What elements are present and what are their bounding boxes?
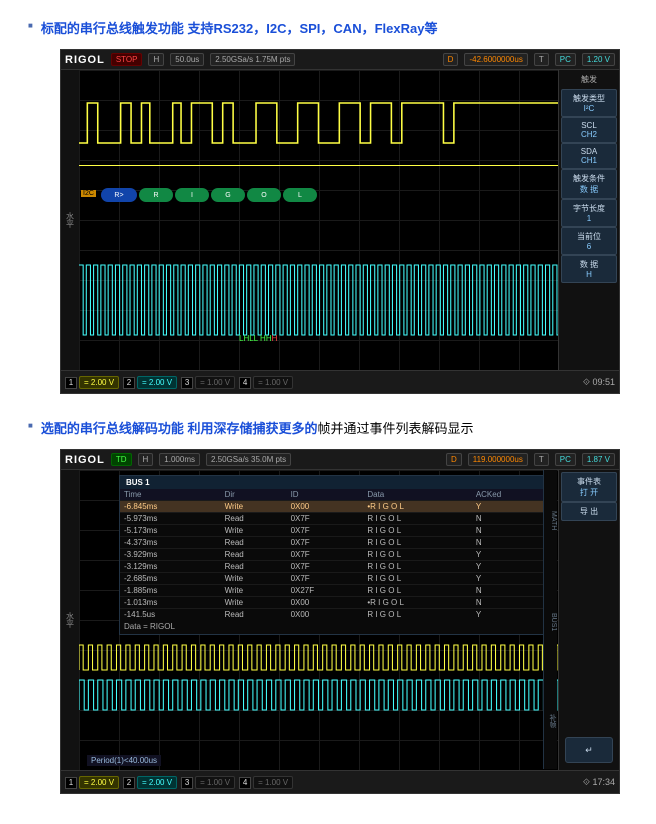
decode-frame-1: R (139, 188, 173, 202)
timebase-value: 50.0us (170, 53, 204, 66)
pc-label: PC (555, 453, 576, 466)
table-row[interactable]: -2.685msWrite0X7FR I G O LY (120, 573, 553, 585)
channel-2-indicator[interactable]: 2= 2.00 V (123, 376, 177, 389)
channel-2-trace (79, 260, 558, 340)
trigger-label: T (534, 453, 549, 466)
scope-header: RIGOL TD H 1.000ms 2.50GSa/s 35.0M pts D… (61, 450, 619, 470)
h-label: H (148, 53, 164, 66)
table-header: Data (363, 489, 471, 501)
scope-footer: 1= 2.00 V 2= 2.00 V 3= 1.00 V 4= 1.00 V ⟐ 0… (61, 370, 619, 394)
feature-bullet-1: ■ 标配的串行总线触发功能 支持RS232，I2C，SPI，CAN，FlexRa… (28, 18, 636, 37)
channel-3-indicator[interactable]: 3= 1.00 V (181, 776, 235, 789)
period-measurement: Period(1)<40.00us (87, 755, 161, 766)
oscilloscope-screenshot-1: RIGOL STOP H 50.0us 2.50GSa/s 1.75M pts … (60, 49, 620, 394)
table-row[interactable]: -3.929msRead0X7FR I G O LY (120, 549, 553, 561)
run-stop-indicator: STOP (111, 53, 143, 66)
pc-label: PC (555, 53, 576, 66)
trigger-label: T (534, 53, 549, 66)
side-tab[interactable]: 补帧 (544, 710, 557, 732)
left-label: 水平 (61, 470, 79, 770)
delay-value: 119.000000us (468, 453, 528, 466)
sample-rate: 2.50GSa/s 35.0M pts (206, 453, 291, 466)
scope-footer: 1= 2.00 V 2= 2.00 V 3= 1.00 V 4= 1.00 V ⟐ 1… (61, 770, 619, 794)
table-row[interactable]: -5.973msRead0X7FR I G O LN (120, 513, 553, 525)
h-label: H (138, 453, 154, 466)
scope-header: RIGOL STOP H 50.0us 2.50GSa/s 1.75M pts … (61, 50, 619, 70)
brand-label: RIGOL (65, 454, 105, 466)
table-row[interactable]: -141.5usRead0X00R I G O LY (120, 609, 553, 621)
menu-button-2[interactable]: SDACH1 (561, 143, 617, 169)
decode-frame-5: L (283, 188, 317, 202)
menu-button-3[interactable]: 触发条件数 据 (561, 169, 617, 199)
menu-button-4[interactable]: 字节长度1 (561, 199, 617, 227)
table-header: Dir (221, 489, 287, 501)
channel-1-indicator[interactable]: 1= 2.00 V (65, 376, 119, 389)
table-row[interactable]: -4.373msRead0X7FR I G O LN (120, 537, 553, 549)
channel-1-indicator[interactable]: 1= 2.00 V (65, 776, 119, 789)
delay-label: D (443, 53, 459, 66)
menu-panel: 事件表打 开导 出 ↵ (559, 470, 619, 770)
decode-frame-0: R> (101, 188, 137, 202)
waveform-display[interactable]: I2C R>RIGOL LHLL HHH (79, 70, 559, 370)
menu-button-1[interactable]: SCLCH2 (561, 117, 617, 143)
side-tab[interactable]: MATH (544, 507, 557, 534)
ch1-ground-ref (79, 165, 558, 166)
feature-bullet-2: ■ 选配的串行总线解码功能 利用深存储捕获更多的帧并通过事件列表解码显示 (28, 418, 636, 437)
channel-4-indicator[interactable]: 4= 1.00 V (239, 776, 293, 789)
bullet-2-text: 选配的串行总线解码功能 利用深存储捕获更多的帧并通过事件列表解码显示 (41, 418, 474, 437)
table-row[interactable]: -6.845msWrite0X00•R I G O LY (120, 501, 553, 513)
delay-value: -42.6000000us (464, 53, 527, 66)
menu-button-6[interactable]: 数 据H (561, 255, 617, 283)
trigger-menu-panel: 触发 触发类型I²CSCLCH2SDACH1触发条件数 据字节长度1当前位6数 … (559, 70, 619, 370)
brand-label: RIGOL (65, 54, 105, 66)
waveform-display[interactable]: BUS 1 TimeDirIDDataACKed -6.845msWrite0X… (79, 470, 559, 770)
pc-value: 1.87 V (582, 453, 615, 466)
bullet-1-text: 标配的串行总线触发功能 支持RS232，I2C，SPI，CAN，FlexRay等 (41, 18, 438, 37)
table-header: ACKed (472, 489, 553, 501)
table-header: ID (287, 489, 364, 501)
timebase-value: 1.000ms (159, 453, 200, 466)
trigger-menu-header: 触发 (561, 72, 617, 87)
run-td-indicator: TD (111, 453, 132, 466)
channel-1-trace (79, 98, 558, 148)
multi-channel-traces (79, 640, 558, 735)
side-tabs: MATH BUS1 补帧 (543, 470, 557, 769)
bus-footer: Data = RIGOL (120, 620, 553, 633)
bit-pattern-label: LHLL HHH (239, 334, 277, 343)
pc-value: 1.20 V (582, 53, 615, 66)
menu-button-0[interactable]: 事件表打 开 (561, 472, 617, 502)
bullet-icon: ■ (28, 421, 33, 430)
bullet-icon: ■ (28, 21, 33, 30)
decode-frame-2: I (175, 188, 209, 202)
event-table-panel: BUS 1 TimeDirIDDataACKed -6.845msWrite0X… (119, 475, 554, 635)
usb-icon: ⟐ 09:51 (583, 377, 615, 388)
table-row[interactable]: -1.013msWrite0X00•R I G O LN (120, 597, 553, 609)
side-tab[interactable]: BUS1 (544, 609, 557, 635)
decode-frames: R>RIGOL (101, 188, 317, 202)
channel-4-indicator[interactable]: 4= 1.00 V (239, 376, 293, 389)
usb-icon: ⟐ 17:34 (583, 777, 615, 788)
channel-2-indicator[interactable]: 2= 2.00 V (123, 776, 177, 789)
channel-3-indicator[interactable]: 3= 1.00 V (181, 376, 235, 389)
bus-title: BUS 1 (120, 476, 553, 489)
table-header: Time (120, 489, 221, 501)
oscilloscope-screenshot-2: RIGOL TD H 1.000ms 2.50GSa/s 35.0M pts D… (60, 449, 620, 794)
i2c-decode-tag: I2C (81, 190, 96, 197)
sample-rate: 2.50GSa/s 1.75M pts (210, 53, 295, 66)
delay-label: D (446, 453, 462, 466)
decode-frame-4: O (247, 188, 281, 202)
decode-frame-3: G (211, 188, 245, 202)
table-row[interactable]: -1.885msWrite0X27FR I G O LN (120, 585, 553, 597)
menu-button-0[interactable]: 触发类型I²C (561, 89, 617, 117)
table-row[interactable]: -3.129msRead0X7FR I G O LY (120, 561, 553, 573)
decode-event-table[interactable]: TimeDirIDDataACKed -6.845msWrite0X00•R I… (120, 489, 553, 620)
enter-button[interactable]: ↵ (565, 737, 613, 763)
menu-button-5[interactable]: 当前位6 (561, 227, 617, 255)
table-row[interactable]: -5.173msWrite0X7FR I G O LN (120, 525, 553, 537)
left-label: 水平 (61, 70, 79, 370)
menu-button-1[interactable]: 导 出 (561, 502, 617, 521)
